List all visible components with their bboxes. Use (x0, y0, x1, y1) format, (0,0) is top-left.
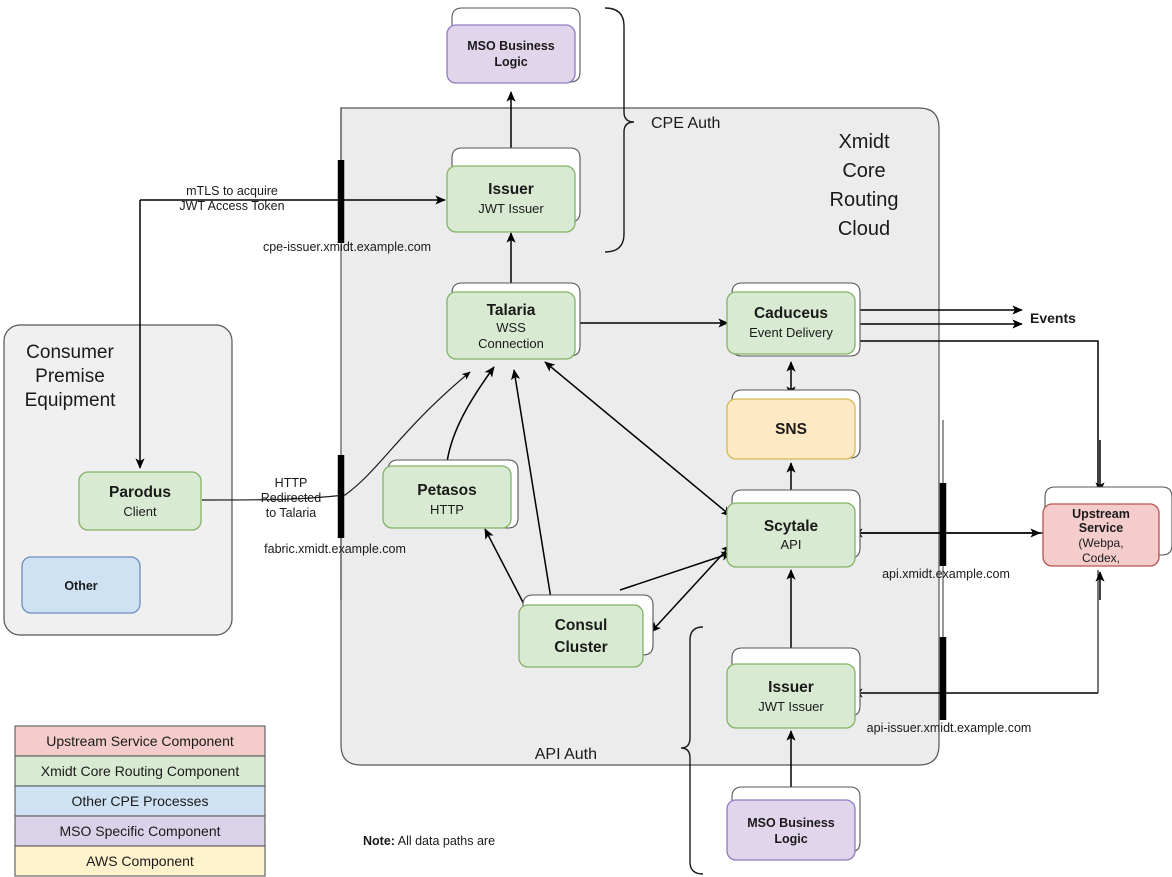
node-consul-title: Consul (555, 617, 608, 634)
node-scytale-sub: API (781, 537, 802, 552)
brace-label-cpe-auth: CPE Auth (651, 115, 720, 132)
node-sns-title: SNS (775, 421, 807, 438)
cpe-title-line-0: Consumer (26, 342, 114, 363)
legend-item-2: Other CPE Processes (14, 785, 266, 817)
node-consul[interactable]: Consul Cluster (518, 594, 654, 668)
edge-label-http-line-2: to Talaria (266, 506, 317, 520)
cloud-title-line-2: Routing (830, 189, 899, 211)
brace-label-api-auth: API Auth (535, 746, 597, 763)
note: Note: All data paths are (363, 834, 495, 848)
node-parodus-sub: Client (123, 504, 157, 519)
node-upstream[interactable]: Upstream Service (Webpa, Codex, (1042, 486, 1172, 567)
node-petasos-sub: HTTP (430, 502, 464, 517)
node-mso-bottom-title: MSO Business (747, 816, 835, 830)
node-issuer-bottom[interactable]: Issuer JWT Issuer (726, 647, 861, 729)
legend-label-4: AWS Component (86, 853, 194, 869)
legend-label-3: MSO Specific Component (59, 823, 220, 839)
cloud-title-line-0: Xmidt (838, 131, 890, 153)
diagram-canvas: Xmidt Core Routing Cloud Consumer Premis… (0, 0, 1172, 877)
edge-label-http-line-0: HTTP (275, 476, 308, 490)
edge-label-mtls-line-1: JWT Access Token (179, 199, 284, 213)
node-caduceus-sub: Event Delivery (749, 325, 833, 340)
node-parodus-title: Parodus (109, 484, 171, 501)
node-sns[interactable]: SNS (726, 389, 861, 460)
dns-label-fabric: fabric.xmidt.example.com (264, 542, 406, 556)
legend-item-4: AWS Component (14, 845, 266, 877)
dns-label-api: api.xmidt.example.com (882, 567, 1010, 581)
cloud-title-line-1: Core (842, 160, 885, 182)
cpe-title-line-1: Premise (35, 366, 105, 387)
node-issuer-bottom-title: Issuer (768, 679, 814, 696)
legend-label-1: Xmidt Core Routing Component (41, 763, 240, 779)
cpe-title-line-2: Equipment (25, 390, 117, 411)
legend-item-1: Xmidt Core Routing Component (14, 755, 266, 787)
node-upstream-sub: (Webpa, (1078, 536, 1123, 550)
node-parodus[interactable]: Parodus Client (78, 471, 202, 531)
edge-label-mtls: mTLS to acquire JWT Access Token (179, 184, 284, 213)
node-other[interactable]: Other (21, 556, 141, 614)
cloud-title-line-3: Cloud (838, 218, 890, 240)
edge-label-http: HTTP Redirected to Talaria (261, 476, 321, 520)
node-consul-title2: Cluster (554, 639, 607, 656)
node-mso-bottom-title2: Logic (774, 832, 807, 846)
node-talaria-sub2: Connection (478, 336, 544, 351)
events-label: Events (1030, 310, 1076, 326)
node-scytale[interactable]: Scytale API (726, 489, 861, 568)
svg-text:Note: All data paths are: Note: All data paths are (363, 834, 495, 848)
node-talaria-sub: WSS (496, 320, 526, 335)
legend-item-3: MSO Specific Component (14, 815, 266, 847)
node-issuer-top-sub: JWT Issuer (478, 201, 544, 216)
edge-label-http-line-1: Redirected (261, 491, 321, 505)
edge-label-mtls-line-0: mTLS to acquire (186, 184, 278, 198)
legend-label-2: Other CPE Processes (72, 793, 209, 809)
note-bold: Note: (363, 834, 395, 848)
note-text: All data paths are (395, 834, 495, 848)
node-petasos-title: Petasos (417, 482, 476, 499)
node-scytale-title: Scytale (764, 518, 819, 535)
node-mso-bottom[interactable]: MSO Business Logic (726, 786, 861, 861)
node-petasos[interactable]: Petasos HTTP (382, 459, 519, 529)
node-talaria[interactable]: Talaria WSS Connection (446, 282, 581, 360)
node-upstream-sub2: Codex, (1082, 551, 1120, 565)
node-talaria-title: Talaria (487, 302, 536, 319)
node-mso-top[interactable]: MSO Business Logic (446, 7, 581, 84)
node-other-title: Other (64, 579, 97, 593)
legend-item-0: Upstream Service Component (14, 725, 266, 757)
node-issuer-bottom-sub: JWT Issuer (758, 699, 824, 714)
node-issuer-top[interactable]: Issuer JWT Issuer (446, 147, 581, 233)
node-mso-top-title: MSO Business (467, 39, 555, 53)
legend-label-0: Upstream Service Component (46, 733, 234, 749)
node-issuer-top-title: Issuer (488, 181, 534, 198)
architecture-diagram: Xmidt Core Routing Cloud Consumer Premis… (3, 7, 1172, 877)
legend: Upstream Service Component Xmidt Core Ro… (14, 725, 266, 877)
node-caduceus-title: Caduceus (754, 305, 828, 322)
node-upstream-title2: Service (1079, 521, 1124, 535)
node-upstream-title: Upstream (1072, 507, 1130, 521)
dns-label-api-issuer: api-issuer.xmidt.example.com (867, 721, 1032, 735)
node-mso-top-title2: Logic (494, 55, 527, 69)
node-caduceus[interactable]: Caduceus Event Delivery (726, 282, 861, 357)
dns-label-cpe-issuer: cpe-issuer.xmidt.example.com (263, 240, 431, 254)
